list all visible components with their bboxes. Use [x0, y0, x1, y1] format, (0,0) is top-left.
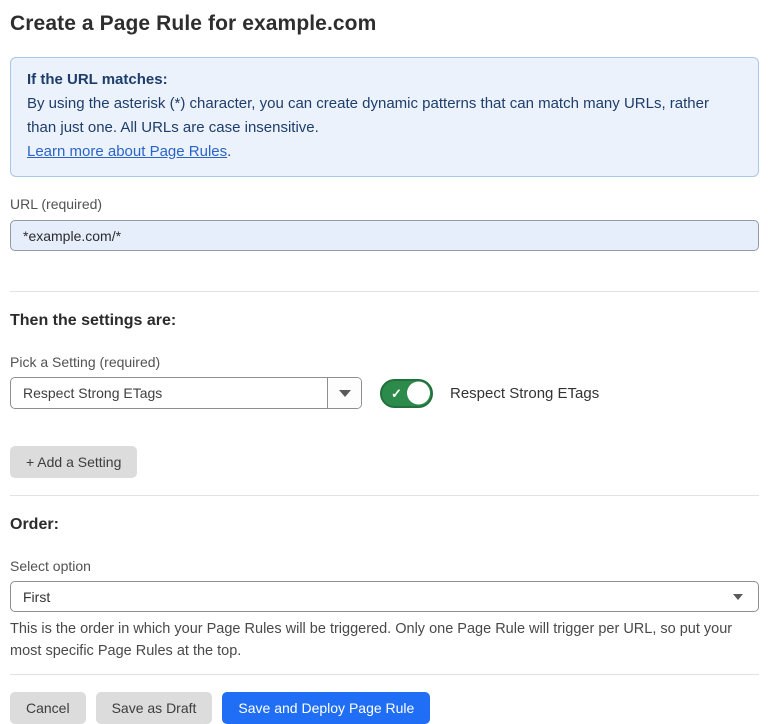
- cancel-button[interactable]: Cancel: [10, 692, 86, 724]
- section-divider: [10, 495, 759, 496]
- footer-divider: [10, 674, 759, 675]
- info-body-text: By using the asterisk (*) character, you…: [27, 92, 742, 140]
- order-section-heading: Order:: [10, 516, 759, 534]
- save-and-deploy-button[interactable]: Save and Deploy Page Rule: [222, 692, 430, 724]
- section-divider: [10, 291, 759, 292]
- info-link-line: Learn more about Page Rules.: [27, 140, 742, 164]
- action-button-row: Cancel Save as Draft Save and Deploy Pag…: [10, 692, 759, 724]
- info-heading: If the URL matches:: [27, 68, 742, 92]
- setting-select[interactable]: Respect Strong ETags: [10, 377, 362, 409]
- add-setting-button[interactable]: + Add a Setting: [10, 446, 137, 478]
- learn-more-link[interactable]: Learn more about Page Rules: [27, 143, 227, 160]
- settings-section-heading: Then the settings are:: [10, 312, 759, 330]
- toggle-knob: [407, 382, 430, 405]
- chevron-down-icon: [733, 594, 743, 600]
- order-help-text: This is the order in which your Page Rul…: [10, 618, 750, 662]
- url-field-label: URL (required): [10, 196, 759, 212]
- link-period: .: [227, 143, 231, 160]
- order-select[interactable]: First: [10, 581, 759, 612]
- order-select-value: First: [23, 589, 50, 605]
- order-select-label: Select option: [10, 558, 759, 574]
- setting-select-value: Respect Strong ETags: [11, 378, 327, 408]
- etags-toggle-label: Respect Strong ETags: [450, 385, 599, 402]
- url-input[interactable]: [10, 220, 759, 251]
- page-title: Create a Page Rule for example.com: [10, 12, 759, 36]
- checkmark-icon: ✓: [391, 387, 402, 400]
- setting-select-arrow-button[interactable]: [327, 378, 361, 408]
- pick-setting-label: Pick a Setting (required): [10, 354, 759, 370]
- save-as-draft-button[interactable]: Save as Draft: [96, 692, 213, 724]
- dropdown-arrow-icon: [339, 390, 351, 397]
- setting-row: Respect Strong ETags ✓ Respect Strong ET…: [10, 377, 759, 409]
- url-match-info-callout: If the URL matches: By using the asteris…: [10, 57, 759, 177]
- etags-toggle[interactable]: ✓: [380, 379, 433, 408]
